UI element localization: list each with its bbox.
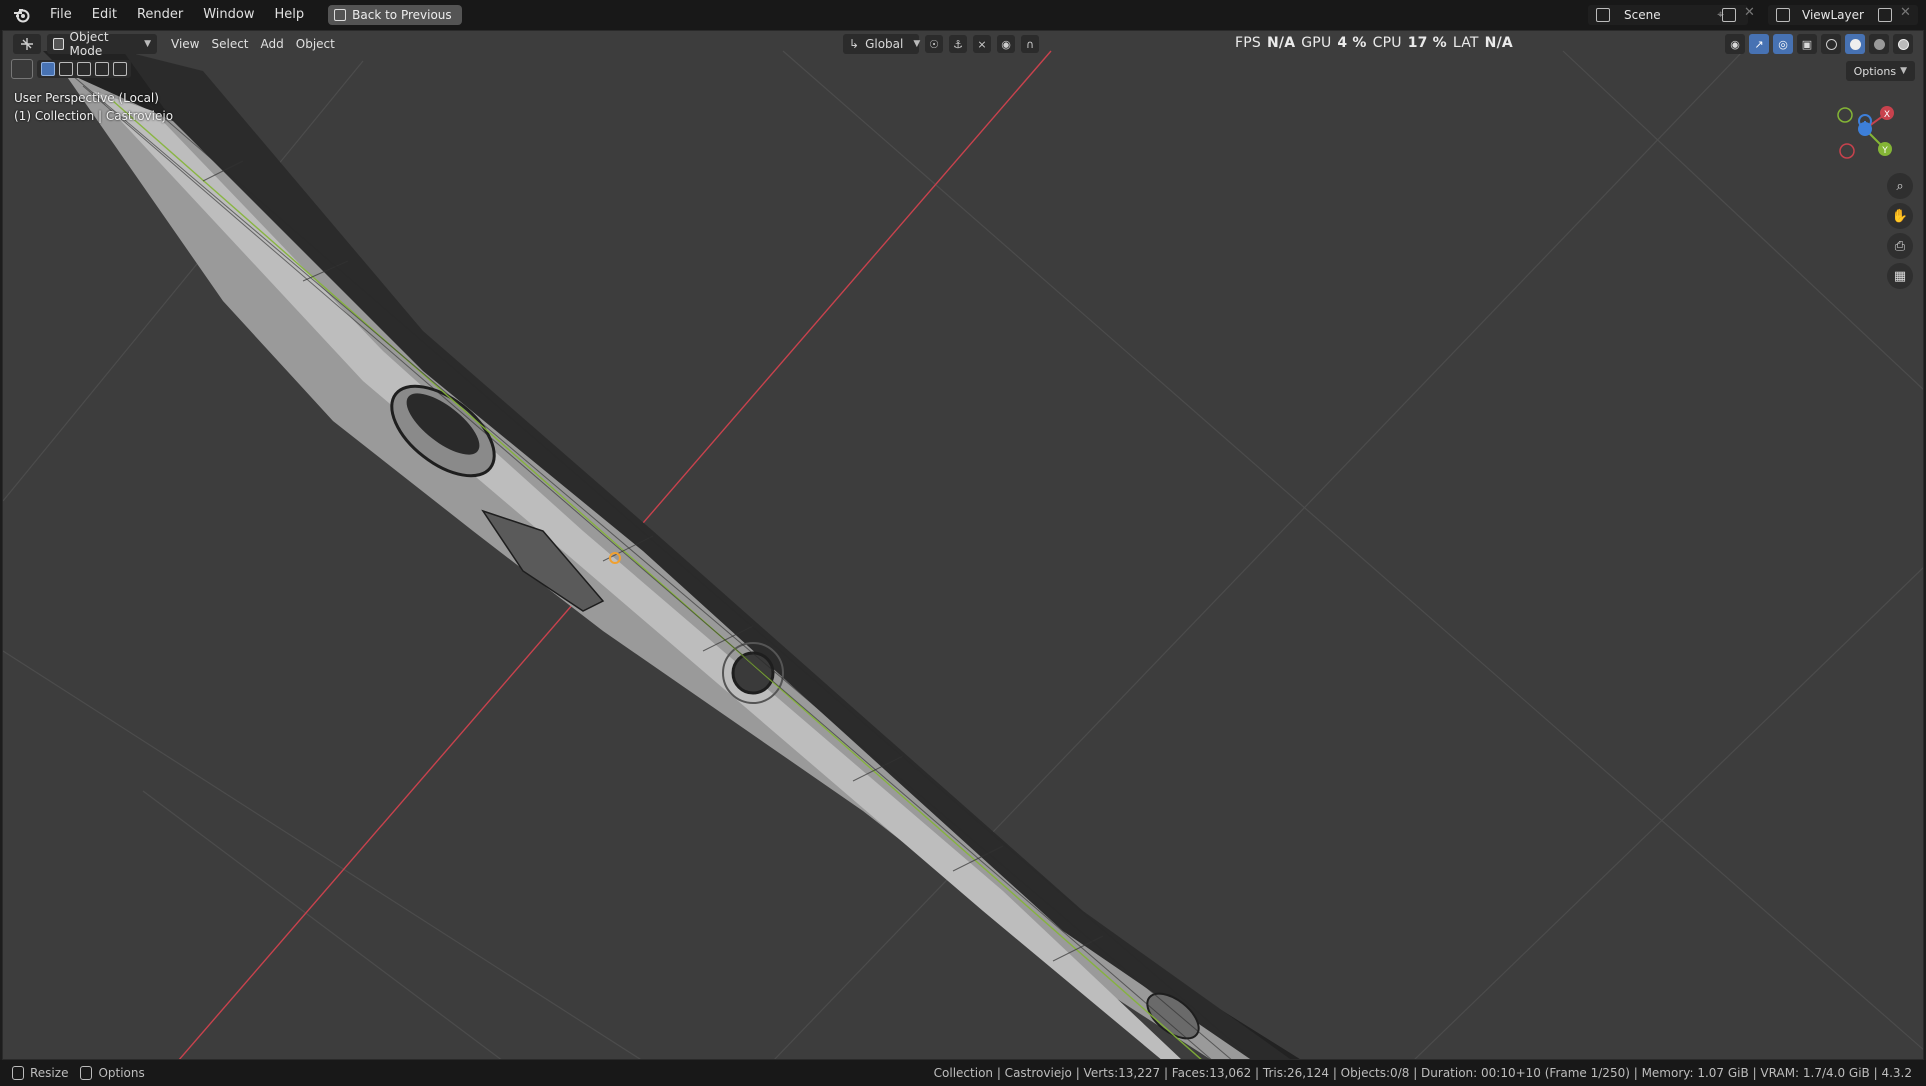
gpu-value: 4 % <box>1337 35 1367 51</box>
menu-help[interactable]: Help <box>265 0 315 30</box>
top-menu-bar: File Edit Render Window Help Back to Pre… <box>0 0 1926 30</box>
performance-stats: FPS N/A GPU 4 % CPU 17 % LAT N/A <box>1235 31 1513 55</box>
scene-name: Scene <box>1624 8 1661 22</box>
view-layer-name: ViewLayer <box>1802 8 1864 22</box>
chevron-down-icon: ▼ <box>913 39 921 49</box>
falloff-icon[interactable]: ∩ <box>1021 35 1039 53</box>
rendered-shading-icon[interactable] <box>1893 34 1913 54</box>
gizmo-y-label: Y <box>1881 146 1888 156</box>
solid-shading-icon[interactable] <box>1845 34 1865 54</box>
proportional-edit-icon[interactable]: ◉ <box>997 35 1015 53</box>
transform-tools: ↳ Global ▼ ☉ ⚓ ⨯ ◉ ∩ <box>843 34 1039 54</box>
visibility-eye-icon[interactable]: ◉ <box>1725 34 1745 54</box>
lat-value: N/A <box>1484 35 1513 51</box>
view-layer-icon <box>1776 8 1790 22</box>
pan-hand-icon[interactable]: ✋ <box>1887 203 1913 229</box>
options-dropdown[interactable]: Options ▼ <box>1845 61 1915 81</box>
new-scene-icon[interactable] <box>1722 8 1736 22</box>
select-new-icon[interactable] <box>41 62 55 76</box>
menu-render[interactable]: Render <box>127 0 193 30</box>
status-hints: Resize Options <box>12 1066 145 1080</box>
select-subtract-icon[interactable] <box>77 62 91 76</box>
transform-orientation-label: Global <box>865 37 904 51</box>
lat-label: LAT <box>1452 35 1479 51</box>
status-bar: Resize Options Collection | Castroviejo … <box>0 1060 1926 1086</box>
back-to-previous-label: Back to Previous <box>352 8 452 22</box>
blender-logo-icon[interactable] <box>12 5 32 25</box>
menu-add[interactable]: Add <box>255 34 290 54</box>
close-scene-icon[interactable]: ✕ <box>1744 5 1755 20</box>
select-extend-icon[interactable] <box>59 62 73 76</box>
menu-object[interactable]: Object <box>290 34 341 54</box>
3d-viewport[interactable]: Object Mode ▼ View Select Add Object ↳ G… <box>2 30 1924 1060</box>
mouse-right-icon <box>80 1066 93 1080</box>
transform-orientation-dropdown[interactable]: ↳ Global ▼ <box>843 34 921 54</box>
camera-view-icon[interactable]: ⎙ <box>1887 233 1913 259</box>
back-to-previous-button[interactable]: Back to Previous <box>328 5 462 25</box>
viewport-canvas <box>3 50 1923 1060</box>
wireframe-shading-icon[interactable] <box>1821 34 1841 54</box>
viewport-header: Object Mode ▼ View Select Add Object ↳ G… <box>3 31 1923 58</box>
select-tool-icon[interactable] <box>11 59 33 79</box>
xray-toggle-icon[interactable]: ▣ <box>1797 34 1817 54</box>
scene-statistics: Collection | Castroviejo | Verts:13,227 … <box>933 1066 1912 1080</box>
tool-settings-row <box>11 59 131 79</box>
scene-icon <box>1596 8 1610 22</box>
perspective-grid-icon[interactable]: ▦ <box>1887 263 1913 289</box>
object-mode-dropdown[interactable]: Object Mode ▼ <box>47 31 157 58</box>
gizmo-x-label: X <box>1884 110 1890 120</box>
overlay-toggle-icon[interactable]: ◎ <box>1773 34 1793 54</box>
select-invert-icon[interactable] <box>95 62 109 76</box>
chevron-down-icon: ▼ <box>1900 66 1907 76</box>
selection-mode-group <box>37 60 131 78</box>
close-view-layer-icon[interactable]: ✕ <box>1900 5 1911 20</box>
gizmo-toggle-icon[interactable]: ↗ <box>1749 34 1769 54</box>
fps-label: FPS <box>1235 35 1261 51</box>
view-name-label: User Perspective (Local) <box>14 91 159 105</box>
chevron-down-icon: ▼ <box>144 39 151 49</box>
object-mode-icon <box>53 38 64 50</box>
castroviejo-mesh[interactable] <box>43 51 1303 1060</box>
navigation-gizmo[interactable]: X Y <box>1825 93 1905 163</box>
pivot-point-icon[interactable]: ☉ <box>925 35 943 53</box>
options-hint: Options <box>98 1066 145 1080</box>
fps-value: N/A <box>1266 35 1296 51</box>
menu-window[interactable]: Window <box>193 0 264 30</box>
orientation-icon: ↳ <box>849 37 860 51</box>
object-mode-label: Object Mode <box>69 30 109 58</box>
zoom-icon[interactable]: ⌕ <box>1887 173 1913 199</box>
menu-select[interactable]: Select <box>205 34 254 54</box>
collection-object-label: (1) Collection | Castroviejo <box>14 109 174 123</box>
select-intersect-icon[interactable] <box>113 62 127 76</box>
menu-file[interactable]: File <box>40 0 82 30</box>
view-layer-selector[interactable]: ViewLayer <box>1768 5 1918 25</box>
snap-target-icon[interactable]: ⨯ <box>973 35 991 53</box>
fullscreen-icon <box>334 9 347 21</box>
mouse-left-icon <box>12 1066 24 1080</box>
options-label: Options <box>1853 64 1897 78</box>
cpu-label: CPU <box>1372 35 1402 51</box>
resize-hint: Resize <box>30 1066 69 1080</box>
snap-icon[interactable]: ⚓ <box>949 35 967 53</box>
menu-edit[interactable]: Edit <box>82 0 127 30</box>
viewport-display-tools: ◉ ↗ ◎ ▣ <box>1725 34 1913 54</box>
material-shading-icon[interactable] <box>1869 34 1889 54</box>
editor-type-icon[interactable] <box>13 34 41 54</box>
menu-view[interactable]: View <box>165 34 205 54</box>
cpu-value: 17 % <box>1407 35 1447 51</box>
new-view-layer-icon[interactable] <box>1878 8 1892 22</box>
gpu-label: GPU <box>1301 35 1332 51</box>
